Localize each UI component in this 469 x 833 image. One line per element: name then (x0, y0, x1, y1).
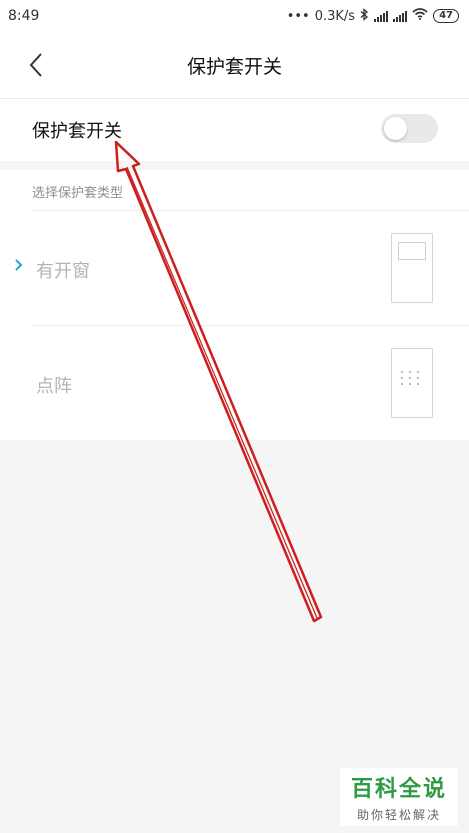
case-switch-label: 保护套开关 (32, 121, 122, 142)
case-switch-toggle[interactable] (381, 114, 438, 143)
dot-matrix-case-icon (391, 348, 433, 418)
network-speed: 0.3K/s (314, 8, 356, 24)
case-type-panel: 选择保护套类型 有开窗 点阵 (0, 170, 469, 440)
bluetooth-icon (360, 7, 369, 25)
chevron-left-icon[interactable] (26, 52, 48, 78)
battery-icon: 47 (433, 9, 459, 23)
watermark-logo: 百科全说 助你轻松解决 (340, 768, 458, 826)
option-label: 点阵 (36, 376, 72, 397)
page-header: 保护套开关 (0, 32, 469, 98)
window-case-icon (391, 233, 433, 303)
wifi-icon (412, 8, 428, 24)
signal-icon (374, 10, 389, 22)
case-type-option-window[interactable]: 有开窗 (0, 211, 469, 325)
watermark-title: 百科全说 (350, 777, 447, 802)
case-type-section-label: 选择保护套类型 (32, 186, 124, 201)
status-time: 8:49 (8, 8, 40, 24)
page-title: 保护套开关 (186, 55, 282, 78)
signal-icon (393, 10, 408, 22)
dots-icon: ••• (286, 8, 310, 24)
case-type-option-dot-matrix[interactable]: 点阵 (0, 326, 469, 440)
status-bar: 8:49 ••• 0.3K/s 47 (0, 0, 469, 32)
status-icons: ••• 0.3K/s 47 (286, 7, 459, 25)
option-label: 有开窗 (36, 261, 90, 282)
watermark-subtitle: 助你轻松解决 (356, 808, 441, 822)
chevron-right-icon (14, 257, 24, 276)
toggle-knob (384, 117, 407, 140)
